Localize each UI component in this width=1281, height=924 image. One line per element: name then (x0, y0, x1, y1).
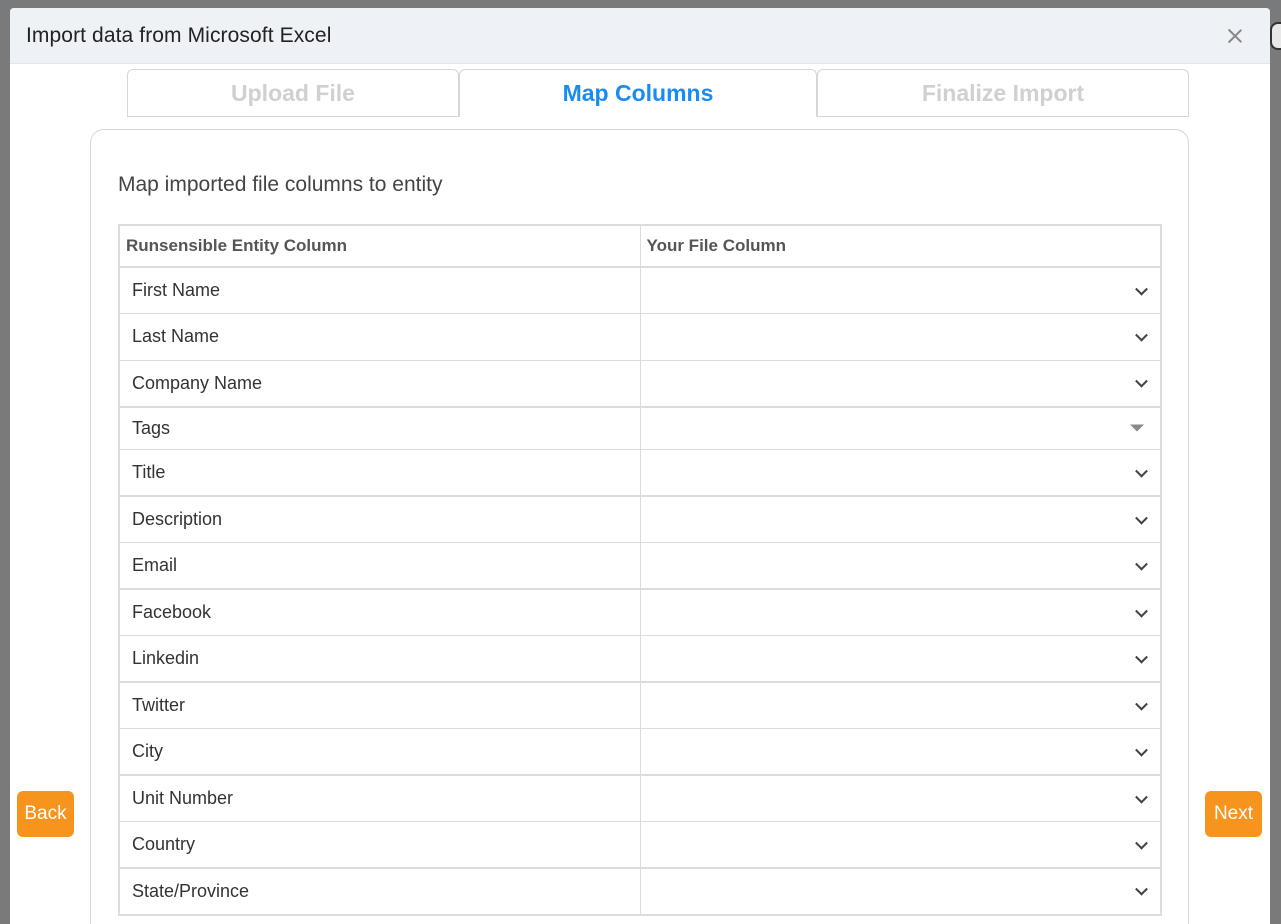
chevron-down-icon (1135, 511, 1148, 525)
table-row: Company Name (119, 360, 1162, 408)
table-row: Twitter (119, 682, 1162, 729)
file-column-select[interactable] (640, 635, 1162, 683)
table-row: Last Name (119, 313, 1162, 361)
file-column-select[interactable] (640, 496, 1162, 543)
entity-label: City (119, 728, 641, 776)
chevron-down-icon (1135, 604, 1148, 618)
chevron-down-icon (1135, 374, 1148, 388)
file-column-select[interactable] (640, 589, 1162, 636)
header-entity-column: Runsensible Entity Column (119, 225, 641, 268)
table-row: State/Province (119, 868, 1162, 915)
chevron-down-icon (1135, 883, 1148, 896)
file-column-select[interactable] (640, 360, 1162, 408)
entity-label: Country (119, 821, 641, 869)
entity-label: State/Province (119, 868, 641, 915)
entity-label: Tags (119, 406, 641, 450)
entity-label: Email (119, 542, 641, 590)
tab-map-columns[interactable]: Map Columns (459, 69, 817, 117)
chevron-down-icon (1135, 790, 1148, 804)
entity-label: Unit Number (119, 775, 641, 822)
mapping-card: Map imported file columns to entity Runs… (90, 129, 1189, 924)
chevron-down-icon (1135, 743, 1148, 757)
close-icon[interactable] (1224, 25, 1246, 47)
entity-label: First Name (119, 267, 641, 314)
file-column-select[interactable] (640, 775, 1162, 822)
file-column-select[interactable] (640, 868, 1162, 915)
chevron-down-icon (1135, 282, 1148, 296)
chevron-down-icon (1135, 697, 1148, 711)
entity-label: Linkedin (119, 635, 641, 683)
table-row: First Name (119, 267, 1162, 314)
table-row: Unit Number (119, 775, 1162, 822)
background-window-edge (1270, 22, 1281, 50)
table-row: Email (119, 542, 1162, 590)
header-file-column: Your File Column (640, 225, 1162, 268)
file-column-select[interactable] (640, 313, 1162, 361)
import-modal: Import data from Microsoft Excel Upload … (10, 8, 1270, 924)
table-row: Facebook (119, 589, 1162, 636)
table-row: Linkedin (119, 635, 1162, 683)
file-column-select[interactable] (640, 542, 1162, 590)
back-button[interactable]: Back (17, 791, 74, 837)
file-column-select[interactable] (640, 449, 1162, 497)
table-row: Country (119, 821, 1162, 869)
chevron-down-icon (1135, 650, 1148, 664)
file-column-select[interactable] (640, 821, 1162, 869)
modal-title: Import data from Microsoft Excel (26, 23, 332, 47)
chevron-down-icon (1135, 557, 1148, 571)
file-column-select[interactable] (640, 267, 1162, 314)
entity-label: Company Name (119, 360, 641, 408)
entity-label: Title (119, 449, 641, 497)
entity-label: Last Name (119, 313, 641, 361)
caret-down-icon (1130, 424, 1144, 432)
section-title: Map imported file columns to entity (118, 173, 443, 196)
modal-header: Import data from Microsoft Excel (10, 8, 1270, 64)
entity-label: Facebook (119, 589, 641, 636)
chevron-down-icon (1135, 464, 1148, 478)
tags-multiselect[interactable] (640, 406, 1162, 450)
next-button[interactable]: Next (1205, 791, 1262, 837)
tab-upload-file[interactable]: Upload File (127, 69, 459, 117)
table-row: Description (119, 496, 1162, 543)
table-row: Title (119, 449, 1162, 497)
table-row: City (119, 728, 1162, 776)
entity-label: Description (119, 496, 641, 543)
chevron-down-icon (1135, 328, 1148, 342)
column-mapping-table: Runsensible Entity Column Your File Colu… (118, 224, 1162, 916)
file-column-select[interactable] (640, 682, 1162, 729)
table-row: Tags (119, 406, 1162, 450)
entity-label: Twitter (119, 682, 641, 729)
tab-finalize-import[interactable]: Finalize Import (817, 69, 1189, 117)
file-column-select[interactable] (640, 728, 1162, 776)
chevron-down-icon (1135, 836, 1148, 850)
